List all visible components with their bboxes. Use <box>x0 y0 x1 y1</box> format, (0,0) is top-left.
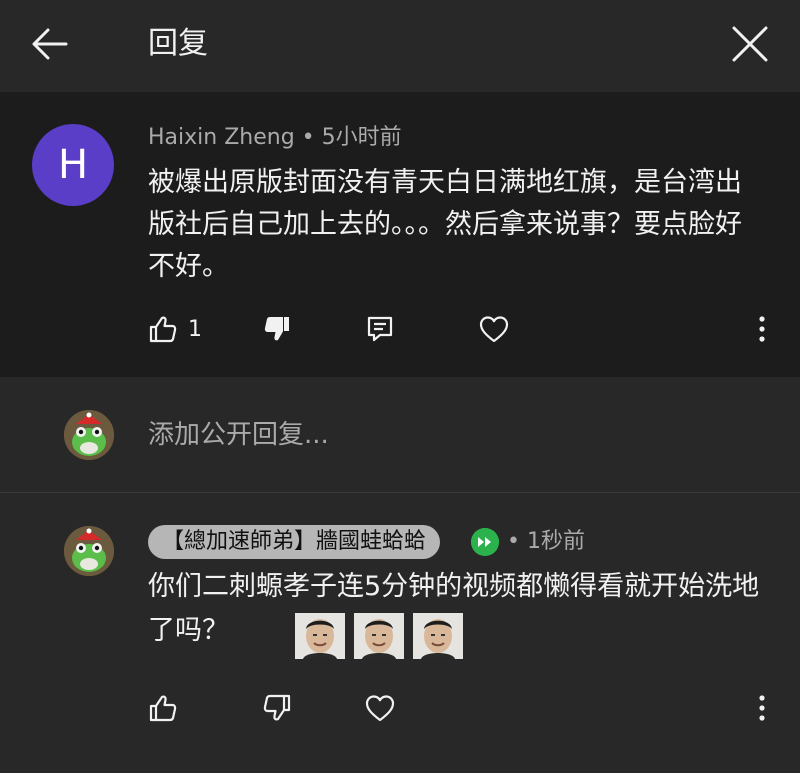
like-count: 1 <box>188 316 202 342</box>
face-emoji <box>413 613 463 659</box>
vertical-dots-icon <box>752 314 772 344</box>
member-badge-icon <box>471 528 499 556</box>
like-button[interactable] <box>148 683 178 733</box>
page-title: 回复 <box>148 26 208 61</box>
add-reply-section: 添加公开回复... <box>0 377 800 493</box>
more-options-button[interactable] <box>752 683 772 733</box>
dislike-button[interactable] <box>262 683 292 733</box>
reply-author[interactable]: 【總加速師弟】牆國蛙蛤蛤 <box>148 525 441 559</box>
vertical-dots-icon <box>752 693 772 723</box>
reply-actions <box>0 683 800 733</box>
heart-icon <box>364 693 396 723</box>
dislike-button[interactable] <box>262 304 292 354</box>
user-avatar[interactable] <box>64 410 114 460</box>
parent-comment: H Haixin Zheng • 5小时前 被爆出原版封面没有青天白日满地红旗，… <box>0 92 800 377</box>
face-emoji <box>295 613 345 659</box>
thumbs-up-icon <box>148 314 178 344</box>
reply-meta: • 1秒前 <box>507 525 585 559</box>
emoji-row <box>295 613 463 659</box>
heart-button[interactable] <box>364 683 396 733</box>
comment-actions: 1 <box>0 304 800 354</box>
face-emoji <box>354 613 404 659</box>
thumbs-down-icon <box>262 693 292 723</box>
avatar[interactable] <box>64 526 114 576</box>
reply-input[interactable]: 添加公开回复... <box>148 415 708 455</box>
back-arrow-icon[interactable] <box>28 22 72 66</box>
reply-time: 1秒前 <box>526 529 585 554</box>
meta-separator: • <box>507 529 527 554</box>
heart-icon <box>478 314 510 344</box>
thumbs-down-filled-icon <box>262 314 292 344</box>
like-button[interactable]: 1 <box>148 304 202 354</box>
reply-button[interactable] <box>365 304 395 354</box>
comment-author[interactable]: Haixin Zheng <box>148 125 295 150</box>
comment-text: 被爆出原版封面没有青天白日满地红旗，是台湾出版社后自己加上去的。。。然后拿来说事… <box>148 167 742 282</box>
thumbs-up-icon <box>148 693 178 723</box>
reply-comment: 【總加速師弟】牆國蛙蛤蛤 • 1秒前 你们二刺螈孝子连5分钟的视频都懒得看就开始… <box>0 493 800 773</box>
meta-separator: • <box>294 125 322 150</box>
top-bar: 回复 <box>0 0 800 92</box>
close-icon[interactable] <box>728 22 772 66</box>
comment-meta: Haixin Zheng • 5小时前 <box>148 122 402 154</box>
heart-button[interactable] <box>478 304 510 354</box>
avatar[interactable]: H <box>32 124 114 206</box>
more-options-button[interactable] <box>752 304 772 354</box>
comment-time: 5小时前 <box>321 125 402 150</box>
comment-icon <box>365 314 395 344</box>
